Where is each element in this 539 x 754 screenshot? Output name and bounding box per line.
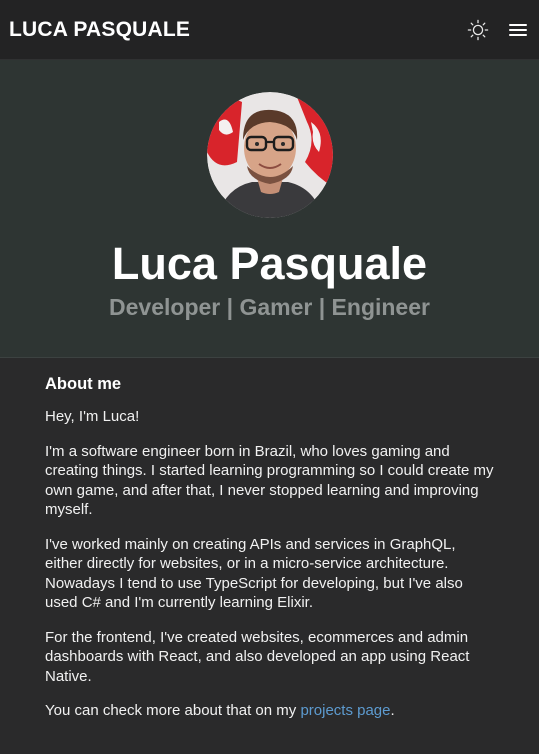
navbar-actions <box>467 19 530 41</box>
backend-paragraph: I've worked mainly on creating APIs and … <box>45 535 463 612</box>
brand-logo-link[interactable]: LUCA PASQUALE <box>9 18 190 42</box>
greeting-paragraph: Hey, I'm Luca! <box>45 408 140 425</box>
projects-page-link[interactable]: projects page <box>300 702 390 719</box>
avatar <box>206 92 333 218</box>
frontend-paragraph: For the frontend, I've created websites,… <box>45 628 470 685</box>
hero-name: Luca Pasquale <box>111 238 428 289</box>
section-title: About me <box>45 375 122 393</box>
closing-paragraph: You can check more about that on my proj… <box>45 701 494 721</box>
closing-prefix: You can check more about that on my <box>45 702 301 719</box>
hero-tagline: Developer | Gamer | Engineer <box>109 294 430 320</box>
hamburger-menu-icon[interactable] <box>507 19 529 41</box>
closing-suffix: . <box>390 702 395 719</box>
about-section: About me Hey, I'm Luca! I'm a software e… <box>0 358 539 721</box>
intro-paragraph: I'm a software engineer born in Brazil, … <box>45 442 494 519</box>
sun-icon[interactable] <box>467 19 489 41</box>
top-navbar: LUCA PASQUALE <box>0 0 539 60</box>
hero-section: Luca Pasquale Developer | Gamer | Engine… <box>0 60 539 358</box>
